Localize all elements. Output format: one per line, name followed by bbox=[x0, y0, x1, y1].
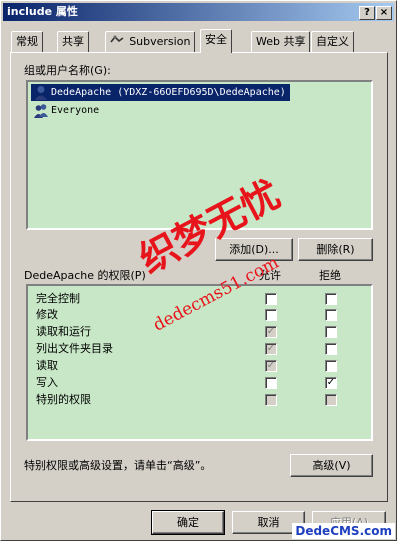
perm-row-special: 特别的权限 bbox=[36, 393, 91, 406]
deny-special-checkbox bbox=[325, 394, 337, 406]
allow-special-checkbox bbox=[265, 394, 277, 406]
deny-write-checkbox[interactable]: ✓ bbox=[325, 377, 337, 389]
perm-row-write: 写入 bbox=[36, 376, 58, 389]
perm-row-modify: 修改 bbox=[36, 308, 58, 321]
special-note: 特别权限或高级设置，请单击“高级”。 bbox=[24, 459, 212, 472]
ok-button[interactable]: 确定 bbox=[151, 510, 225, 535]
help-button[interactable]: ? bbox=[359, 6, 375, 20]
allow-modify-checkbox[interactable] bbox=[265, 309, 277, 321]
deny-list-folder-checkbox[interactable] bbox=[325, 343, 337, 355]
user-icon bbox=[34, 85, 48, 100]
allow-full-control-checkbox[interactable] bbox=[265, 293, 277, 305]
deny-modify-checkbox[interactable] bbox=[325, 309, 337, 321]
window-title: include 属性 bbox=[7, 5, 78, 18]
user-list[interactable]: DedeApache (YDXZ-66OEFD695D\DedeApache) … bbox=[26, 80, 373, 230]
permissions-list: 完全控制 修改 读取和运行 ✓ 列出文件夹目录 ✓ 读取 ✓ 写入 ✓ 特别的权… bbox=[26, 284, 373, 441]
corner-watermark: DedeCMS.com bbox=[292, 523, 395, 539]
deny-full-control-checkbox[interactable] bbox=[325, 293, 337, 305]
properties-dialog: include 属性 ? × 常规 共享 Subversion 安全 Web 共… bbox=[0, 0, 397, 541]
perm-row-full-control: 完全控制 bbox=[36, 292, 80, 305]
title-bar: include 属性 ? × bbox=[3, 3, 394, 21]
user-row-everyone[interactable]: Everyone bbox=[31, 102, 103, 119]
perm-row-read-execute: 读取和运行 bbox=[36, 325, 91, 338]
remove-button[interactable]: 删除(R) bbox=[298, 238, 373, 261]
allow-header: 允许 bbox=[259, 269, 281, 282]
user-row-dedeapache[interactable]: DedeApache (YDXZ-66OEFD695D\DedeApache) bbox=[31, 84, 290, 101]
allow-read-checkbox: ✓ bbox=[265, 360, 277, 372]
group-user-label: 组或用户名称(G): bbox=[24, 64, 111, 77]
tab-sharing[interactable]: 共享 bbox=[57, 31, 89, 52]
tab-web-sharing[interactable]: Web 共享 bbox=[251, 31, 311, 52]
deny-header: 拒绝 bbox=[319, 269, 341, 282]
tab-subversion[interactable]: Subversion bbox=[105, 31, 196, 52]
deny-read-execute-checkbox[interactable] bbox=[325, 326, 337, 338]
allow-write-checkbox[interactable] bbox=[265, 377, 277, 389]
add-button[interactable]: 添加(D)... bbox=[215, 238, 293, 261]
tab-security[interactable]: 安全 bbox=[200, 29, 232, 53]
subversion-icon bbox=[110, 35, 127, 48]
tab-general[interactable]: 常规 bbox=[11, 31, 43, 52]
close-button[interactable]: × bbox=[376, 6, 392, 20]
perm-row-list-folder: 列出文件夹目录 bbox=[36, 342, 113, 355]
deny-read-checkbox[interactable] bbox=[325, 360, 337, 372]
group-icon bbox=[34, 103, 48, 118]
advanced-button[interactable]: 高级(V) bbox=[290, 454, 373, 477]
allow-read-execute-checkbox: ✓ bbox=[265, 326, 277, 338]
perm-row-read: 读取 bbox=[36, 359, 58, 372]
allow-list-folder-checkbox: ✓ bbox=[265, 343, 277, 355]
permissions-label: DedeApache 的权限(P) bbox=[24, 269, 146, 282]
tab-custom[interactable]: 自定义 bbox=[311, 31, 354, 52]
